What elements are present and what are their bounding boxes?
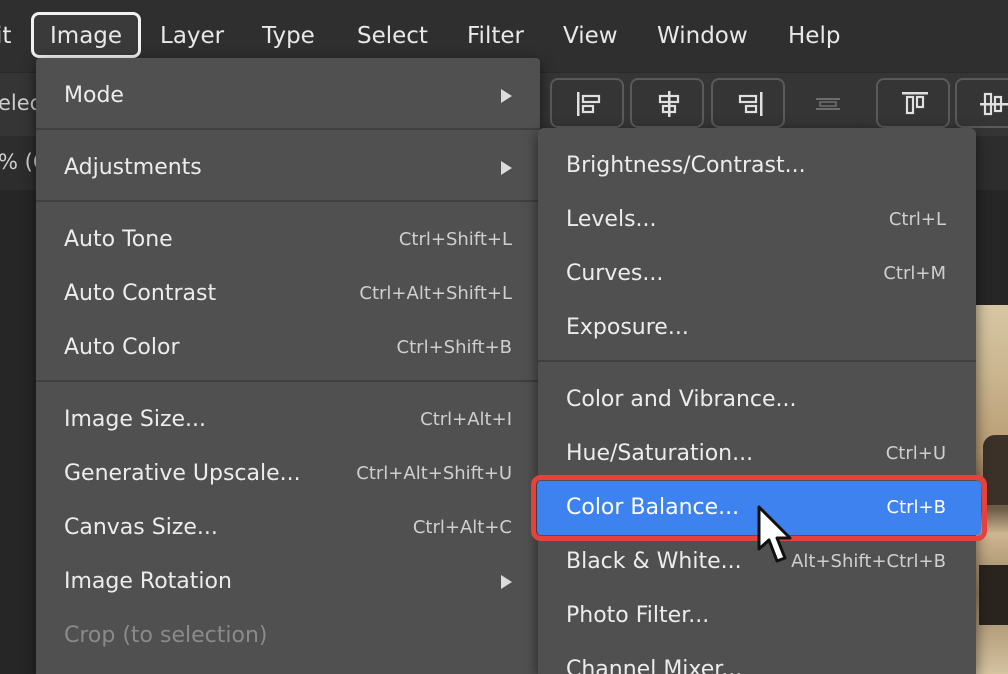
menu-separator xyxy=(36,200,540,202)
menu-help[interactable]: Help xyxy=(788,0,840,72)
align-center-h-icon xyxy=(658,91,680,117)
menu-item-label: Color and Vibrance... xyxy=(566,387,797,412)
menu-item-image-size[interactable]: Image Size... Ctrl+Alt+I xyxy=(36,394,540,446)
menu-item-image-rotation[interactable]: Image Rotation xyxy=(36,556,540,608)
menu-item-generative-upscale[interactable]: Generative Upscale... Ctrl+Alt+Shift+U xyxy=(36,448,540,500)
distribute-icon xyxy=(816,98,840,110)
menu-item-label: Levels... xyxy=(566,207,657,232)
menu-item-canvas-size[interactable]: Canvas Size... Ctrl+Alt+C xyxy=(36,502,540,554)
menu-item-label: Adjustments xyxy=(64,155,202,180)
align-top-icon xyxy=(902,92,928,115)
menu-item-shortcut: Ctrl+M xyxy=(883,263,946,284)
menu-window[interactable]: Window xyxy=(657,0,748,72)
align-right-icon xyxy=(738,92,763,116)
menu-item-label: Exposure... xyxy=(566,315,689,340)
menu-item-shortcut: Ctrl+Alt+I xyxy=(420,409,512,430)
align-center-h-button[interactable] xyxy=(630,78,704,128)
menu-item-shortcut: Ctrl+Shift+L xyxy=(398,229,512,250)
submenu-arrow-icon xyxy=(501,161,512,175)
menu-item-shortcut: Ctrl+Alt+C xyxy=(412,517,512,538)
menu-item-label: Image Size... xyxy=(64,407,207,432)
menu-item-mode[interactable]: Mode xyxy=(36,70,540,122)
menu-item-brightness-contrast[interactable]: Brightness/Contrast... xyxy=(538,140,976,192)
menu-item-label: Photo Filter... xyxy=(566,603,710,628)
menu-item-label: Auto Color xyxy=(64,335,180,360)
menu-item-label: Image Rotation xyxy=(64,569,232,594)
menu-item-auto-contrast[interactable]: Auto Contrast Ctrl+Alt+Shift+L xyxy=(36,268,540,320)
menu-item-label: Mode xyxy=(64,83,124,108)
menu-item-label: Canvas Size... xyxy=(64,515,218,540)
menu-item-photo-filter[interactable]: Photo Filter... xyxy=(538,590,976,642)
menu-item-label: Generative Upscale... xyxy=(64,461,301,486)
menu-item-label: Curves... xyxy=(566,261,664,286)
align-top-button[interactable] xyxy=(876,78,950,128)
menu-image[interactable]: Image xyxy=(31,12,142,58)
menu-item-shortcut: Ctrl+Alt+Shift+L xyxy=(359,283,512,304)
menu-separator xyxy=(538,360,976,362)
menu-item-shortcut: Ctrl+Alt+Shift+U xyxy=(356,463,512,484)
align-right-button[interactable] xyxy=(711,78,785,128)
menu-item-label: Black & White... xyxy=(566,549,742,574)
menu-item-label: Hue/Saturation... xyxy=(566,441,754,466)
menu-item-shortcut: Alt+Shift+Ctrl+B xyxy=(791,551,946,572)
menu-item-label: Auto Contrast xyxy=(64,281,217,306)
align-center-v-button[interactable] xyxy=(955,78,1008,128)
menu-view[interactable]: View xyxy=(563,0,618,72)
menu-item-adjustments[interactable]: Adjustments xyxy=(36,142,540,194)
menu-item-label: Auto Tone xyxy=(64,227,173,252)
menu-item-label: Crop (to selection) xyxy=(64,623,268,648)
submenu-arrow-icon xyxy=(501,575,512,589)
image-menu: Mode Adjustments Auto Tone Ctrl+Shift+L … xyxy=(36,58,540,674)
menu-item-channel-mixer[interactable]: Channel Mixer... xyxy=(538,644,976,674)
menu-item-auto-tone[interactable]: Auto Tone Ctrl+Shift+L xyxy=(36,214,540,266)
menu-item-shortcut: Ctrl+U xyxy=(885,443,946,464)
photo-shadow-region xyxy=(979,565,1008,625)
menu-item-auto-color[interactable]: Auto Color Ctrl+Shift+B xyxy=(36,322,540,374)
align-left-icon xyxy=(577,92,601,116)
menu-item-hue-saturation[interactable]: Hue/Saturation... Ctrl+U xyxy=(538,428,976,480)
menu-item-color-vibrance[interactable]: Color and Vibrance... xyxy=(538,374,976,426)
menu-item-label: Channel Mixer... xyxy=(566,657,743,674)
distribute-button xyxy=(789,78,863,128)
menu-edit[interactable]: it xyxy=(0,0,11,72)
mouse-cursor-icon xyxy=(757,505,792,563)
menu-item-crop: Crop (to selection) xyxy=(36,610,540,662)
menu-separator xyxy=(36,380,540,382)
menu-item-curves[interactable]: Curves... Ctrl+M xyxy=(538,248,976,300)
align-center-v-icon xyxy=(980,92,1008,116)
menu-item-levels[interactable]: Levels... Ctrl+L xyxy=(538,194,976,246)
menu-separator xyxy=(36,128,540,130)
menu-item-label: Brightness/Contrast... xyxy=(566,153,806,178)
submenu-arrow-icon xyxy=(501,89,512,103)
align-left-button[interactable] xyxy=(550,78,624,128)
menu-item-shortcut: Ctrl+L xyxy=(888,209,946,230)
menu-item-shortcut: Ctrl+Shift+B xyxy=(396,337,512,358)
menu-item-exposure[interactable]: Exposure... xyxy=(538,302,976,354)
adjustments-submenu: Brightness/Contrast... Levels... Ctrl+L … xyxy=(538,128,976,674)
